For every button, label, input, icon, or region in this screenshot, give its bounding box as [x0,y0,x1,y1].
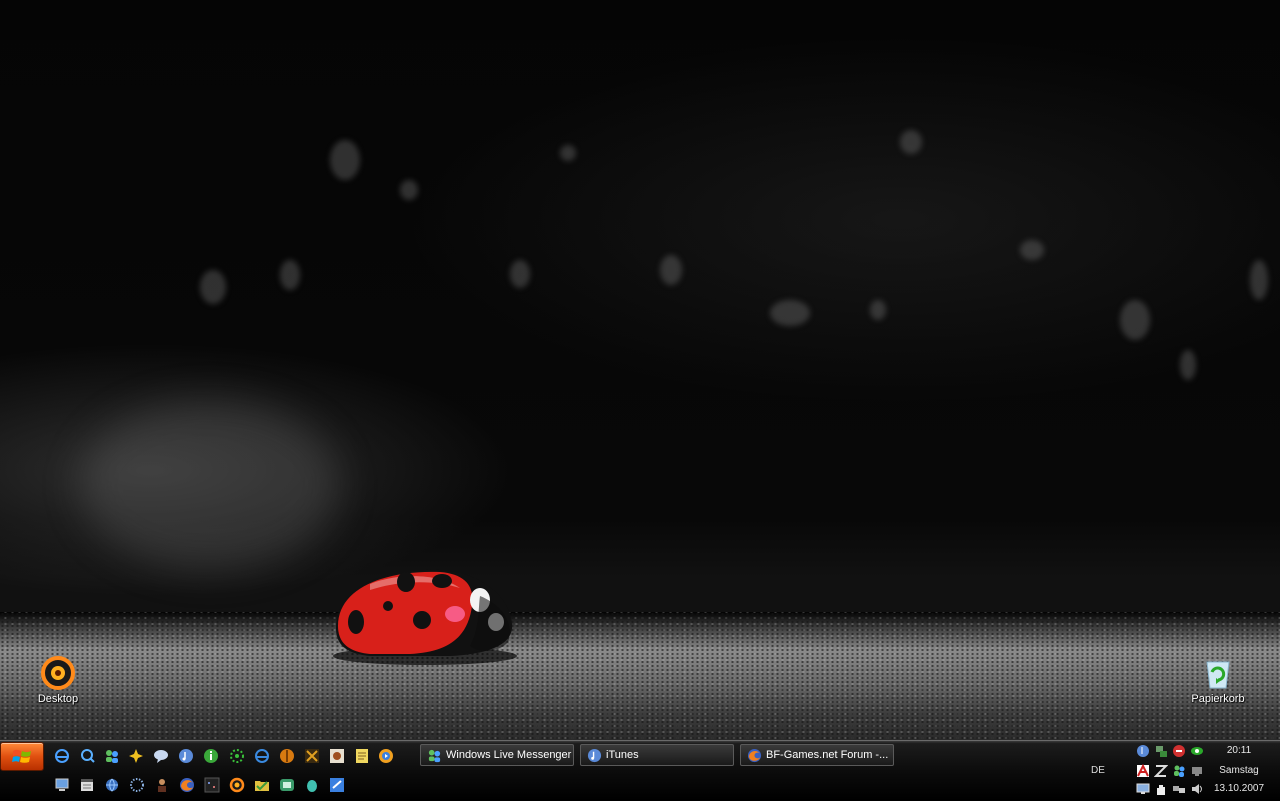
game-icon[interactable] [302,746,322,766]
firefox-icon [747,748,762,762]
clock-day: Samstag [1219,765,1259,776]
task-button-itunes[interactable]: iTunes [580,744,734,766]
task-label: BF-Games.net Forum -... [766,749,889,761]
folder-icon[interactable] [252,775,272,795]
computer-icon[interactable] [52,775,72,795]
system-tray: 20:11 Samstag 13.10.2007 [1132,741,1280,801]
chat-bubble-icon[interactable] [151,746,171,766]
monitor-icon[interactable] [1136,782,1150,796]
antivirus-icon[interactable] [1136,764,1150,778]
green-star-icon[interactable] [227,746,247,766]
zonealarm-icon[interactable] [1154,764,1168,778]
orange-ring-icon[interactable] [227,775,247,795]
person-icon[interactable] [152,775,172,795]
task-button-messenger[interactable]: Windows Live Messenger [420,744,574,766]
search-icon[interactable] [78,746,98,766]
desktop-icon-recycle-bin[interactable]: Papierkorb [1178,656,1258,705]
ground-surface [0,612,1280,740]
internet-explorer-icon[interactable] [52,746,72,766]
windows-flag-icon [12,749,31,763]
itunes-icon[interactable] [1136,744,1150,758]
language-indicator[interactable]: DE [1091,765,1105,776]
blue-app-icon[interactable] [327,775,347,795]
desktop-icon-label: Papierkorb [1191,693,1245,705]
itunes-icon[interactable] [176,746,196,766]
cross-app-icon[interactable] [126,746,146,766]
recycle-bin-icon [1201,656,1235,690]
desktop-icon-desktop[interactable]: Desktop [18,656,98,705]
taskbar: Windows Live Messenger iTunes BF-Games.n… [0,740,1280,801]
clock-time[interactable]: 20:11 [1204,745,1274,756]
internet-explorer-icon[interactable] [252,746,272,766]
eye-icon[interactable] [1190,744,1204,758]
calendar-icon[interactable] [77,775,97,795]
desktop-wallpaper [0,0,1280,740]
clock-date: 13.10.2007 [1213,783,1265,794]
info-icon[interactable] [201,746,221,766]
volume-icon[interactable] [1190,782,1204,796]
display-icon[interactable] [1190,764,1204,778]
network-icon[interactable] [1154,744,1168,758]
itunes-icon [587,748,602,762]
task-label: iTunes [606,749,639,761]
dark-app-icon[interactable] [202,775,222,795]
stop-icon[interactable] [1172,744,1186,758]
orange-ball-icon[interactable] [277,746,297,766]
task-button-firefox[interactable]: BF-Games.net Forum -... [740,744,894,766]
ladybug-image [333,569,517,665]
messenger-icon [428,749,441,762]
notepad-icon[interactable] [352,746,372,766]
network-icon[interactable] [1172,782,1186,796]
messenger-icon[interactable] [1172,764,1186,778]
task-label: Windows Live Messenger [446,749,572,761]
green-app-icon[interactable] [277,775,297,795]
globe-icon[interactable] [102,775,122,795]
hand-icon[interactable] [1154,782,1168,796]
desktop-icon-label: Desktop [37,693,79,705]
orange-ring-icon [41,656,75,690]
egg-icon[interactable] [302,775,322,795]
dotted-circle-icon[interactable] [127,775,147,795]
messenger-icon[interactable] [102,746,122,766]
start-button[interactable] [0,742,44,771]
media-icon[interactable] [327,746,347,766]
firefox-icon[interactable] [177,775,197,795]
media-player-icon[interactable] [376,746,396,766]
